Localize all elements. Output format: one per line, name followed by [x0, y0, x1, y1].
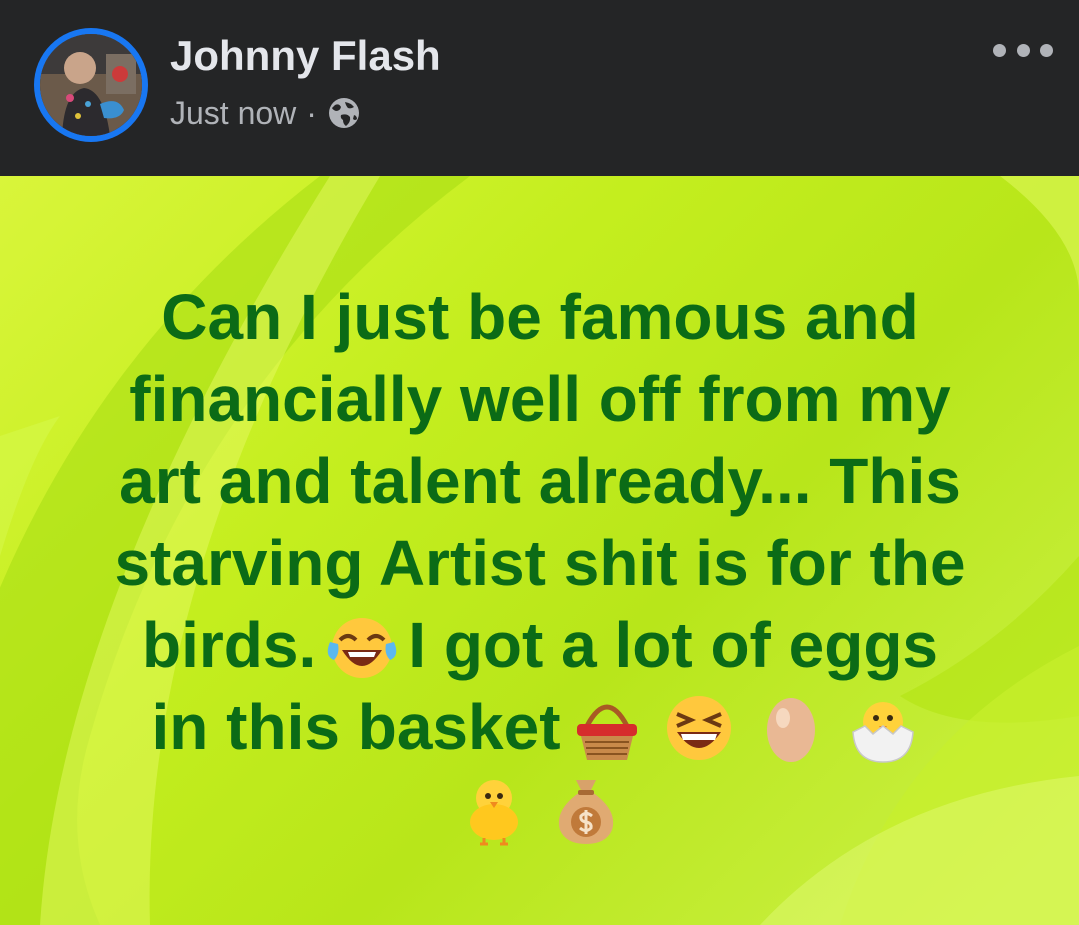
avatar[interactable] — [40, 34, 142, 136]
post-text-line: starving Artist shit is for the — [114, 527, 966, 599]
money-bag-emoji — [550, 774, 622, 846]
post-timestamp[interactable]: Just now — [170, 95, 296, 132]
post-text-segment: birds. — [142, 609, 317, 681]
more-dot — [1016, 43, 1030, 57]
facebook-post: Johnny Flash Just now · Can I just be fa… — [0, 0, 1079, 925]
post-text-line: in this basket — [40, 686, 1040, 768]
post-background[interactable]: Can I just be famous and financially wel… — [0, 176, 1079, 925]
post-text-segment: I got a lot of eggs — [408, 609, 938, 681]
post-text-line: Can I just be famous and — [161, 281, 919, 353]
egg-emoji — [755, 692, 827, 764]
globe-icon[interactable] — [327, 96, 361, 130]
post-text-line: art and talent already... This — [119, 445, 961, 517]
hatching-chick-emoji — [847, 692, 919, 764]
more-dot — [993, 43, 1006, 57]
more-dot — [1040, 43, 1053, 57]
post-text-segment: in this basket — [151, 691, 561, 763]
author-name[interactable]: Johnny Flash — [170, 30, 441, 82]
post-text-line: birds. I got a lot of eggs — [40, 604, 1040, 686]
post-header: Johnny Flash Just now · — [0, 0, 1079, 176]
laughing-tears-emoji — [326, 610, 398, 682]
avatar-story-ring[interactable] — [34, 28, 148, 142]
avatar-photo — [40, 34, 142, 136]
post-meta: Just now · — [170, 92, 361, 134]
post-text-line: financially well off from my — [129, 363, 951, 435]
meta-separator: · — [306, 94, 317, 131]
grinning-squint-emoji — [663, 692, 735, 764]
post-text: Can I just be famous and financially wel… — [40, 276, 1040, 850]
more-options-icon[interactable] — [993, 36, 1053, 64]
baby-chick-emoji — [458, 774, 530, 846]
post-text-line — [40, 768, 1040, 850]
basket-emoji — [571, 692, 643, 764]
